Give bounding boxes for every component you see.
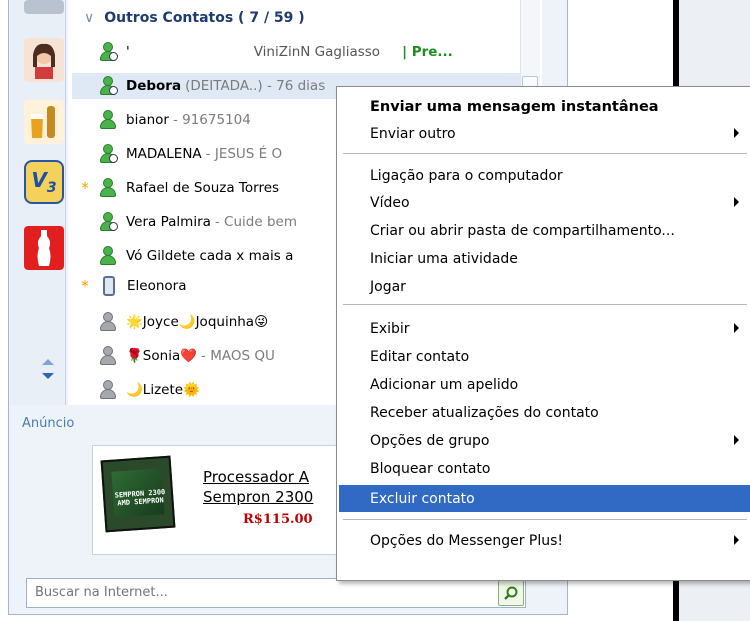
green-status-icon: [98, 177, 120, 199]
beer-icon[interactable]: [24, 100, 64, 144]
menu-item-receber-atualizacoes-do-contato[interactable]: Receber atualizações do contato: [339, 399, 750, 426]
menu-item-jogar[interactable]: Jogar: [339, 273, 750, 300]
avatar-partial-icon[interactable]: [24, 0, 64, 14]
contact-name: Eleonora: [127, 278, 187, 294]
menu-item-label: Editar contato: [370, 348, 470, 365]
contact-message: - MAOS QU: [201, 348, 275, 364]
menu-item-adicionar-um-apelido[interactable]: Adicionar um apelido: [339, 371, 750, 398]
search-icon: [504, 586, 518, 600]
chevron-down-icon: ∨: [84, 10, 95, 26]
menu-separator: [343, 519, 747, 520]
avatar-icon[interactable]: [24, 38, 64, 82]
contact-message: - Cuide bem: [214, 214, 297, 230]
green-status-icon: [98, 245, 120, 267]
contact-name: Debora: [126, 78, 182, 94]
contact-name: Rafael de Souza Torres: [126, 180, 280, 196]
menu-item-criar-ou-abrir-pasta-de-compartilhamento[interactable]: Criar ou abrir pasta de compartilhamento…: [339, 217, 750, 244]
bottle-silhouette-icon: [37, 230, 51, 266]
contact-name: 🌹Sonia❤️: [126, 348, 198, 364]
submenu-arrow-icon: [734, 535, 739, 545]
contact-row[interactable]: ' ViniZinN Gagliasso | Pre...: [72, 39, 520, 65]
menu-item-label: Adicionar um apelido: [370, 376, 519, 393]
menu-item-label: Bloquear contato: [370, 460, 491, 477]
grey-status-icon: [98, 345, 120, 367]
contact-name: MADALENA: [126, 146, 202, 162]
menu-item-excluir-contato[interactable]: Excluir contato: [339, 485, 750, 512]
menu-item-label: Excluir contato: [370, 490, 475, 507]
group-title: Outros Contatos ( 7 / 59 ): [104, 10, 305, 26]
left-rail: V3: [10, 0, 66, 405]
submenu-arrow-icon: [734, 323, 739, 333]
ad-price: R$115.00: [243, 512, 313, 527]
up-down-arrows-icon[interactable]: [40, 355, 56, 385]
menu-item-label: Criar ou abrir pasta de compartilhamento…: [370, 222, 675, 239]
menu-item-label: Vídeo: [370, 194, 410, 211]
menu-item-iniciar-uma-atividade[interactable]: Iniciar uma atividade: [339, 245, 750, 272]
woman-avatar-icon: [33, 43, 55, 79]
menu-item-editar-contato[interactable]: Editar contato: [339, 343, 750, 370]
menu-item-bloquear-contato[interactable]: Bloquear contato: [339, 455, 750, 482]
menu-item-exibir[interactable]: Exibir: [339, 315, 750, 342]
menu-item-label: Opções de grupo: [370, 432, 490, 449]
submenu-arrow-icon: [734, 128, 739, 138]
green-clock-status-icon: [98, 211, 120, 233]
grey-status-icon: [98, 379, 120, 401]
menu-item-opcoes-do-messenger-plus[interactable]: Opções do Messenger Plus!: [339, 527, 750, 554]
search-input[interactable]: [35, 585, 475, 600]
menu-item-label: Enviar uma mensagem instantânea: [370, 98, 659, 115]
cpu-image-icon[interactable]: SEMPRON 2300 AMD SEMPRON: [100, 455, 176, 533]
menu-item-label: Iniciar uma atividade: [370, 250, 518, 267]
menu-item-label: Ligação para o computador: [370, 167, 563, 184]
context-menu: Enviar uma mensagem instantânea Enviar ou…: [336, 86, 750, 581]
ad-title-line2[interactable]: Sempron 2300: [203, 488, 313, 506]
contact-name: Vó Gildete cada x mais a: [126, 248, 294, 264]
green-clock-status-icon: [98, 75, 120, 97]
v3-glyph: V3: [31, 168, 57, 196]
favorite-star-icon: *: [81, 277, 89, 295]
contact-message: - 91675104: [172, 112, 251, 128]
contact-name: 🌙Lizete🌞: [126, 382, 200, 398]
ad-title-line1[interactable]: Processador A: [203, 468, 309, 486]
contact-tail: | Pre...: [402, 44, 453, 60]
submenu-arrow-icon: [734, 197, 739, 207]
green-clock-status-icon: [98, 143, 120, 165]
grey-status-icon: [98, 311, 120, 333]
menu-item-label: Enviar outro: [370, 125, 456, 142]
group-header-outros-contatos[interactable]: ∨ Outros Contatos ( 7 / 59 ): [84, 10, 305, 26]
v3-icon[interactable]: V3: [24, 160, 64, 204]
menu-item-enviar-outro[interactable]: Enviar outro: [339, 120, 750, 147]
menu-item-opcoes-de-grupo[interactable]: Opções de grupo: [339, 427, 750, 454]
menu-item-label: Receber atualizações do contato: [370, 404, 599, 421]
contact-name: 🌟Joyce🌙Joquinha😜: [126, 314, 269, 330]
ad-image-brand: SEMPRON 2300 AMD SEMPRON: [114, 488, 166, 508]
menu-separator: [343, 153, 747, 154]
ad-label: Anúncio: [22, 416, 75, 431]
menu-item-label: Opções do Messenger Plus!: [370, 532, 564, 549]
menu-item-ligacao-para-o-computador[interactable]: Ligação para o computador: [339, 162, 750, 189]
menu-item-label: Jogar: [370, 278, 406, 295]
rail-scroll-arrows: [40, 355, 60, 389]
menu-item-label: Exibir: [370, 320, 410, 337]
favorite-star-icon: *: [81, 179, 89, 197]
contact-name: bianor: [126, 112, 169, 128]
menu-item-video[interactable]: Vídeo: [339, 189, 750, 216]
contact-name: Vera Palmira: [126, 214, 211, 230]
menu-item-enviar-uma-mensagem-instantanea[interactable]: Enviar uma mensagem instantânea: [339, 93, 750, 120]
green-clock-status-icon: [98, 41, 120, 63]
contact-message: ViniZinN Gagliasso: [253, 44, 381, 60]
submenu-arrow-icon: [734, 435, 739, 445]
menu-separator: [343, 304, 747, 305]
search-button[interactable]: [498, 580, 524, 606]
contact-message: (DEITADA..) - 76 dias: [185, 78, 326, 94]
green-status-icon: [98, 109, 120, 131]
cola-bottle-icon[interactable]: [24, 226, 64, 270]
contact-message: - JESUS É O: [205, 146, 283, 162]
bottle-glass-icon: [31, 106, 55, 138]
mobile-status-icon: [103, 276, 115, 296]
search-box: [26, 578, 526, 608]
contact-name: ': [126, 44, 130, 60]
